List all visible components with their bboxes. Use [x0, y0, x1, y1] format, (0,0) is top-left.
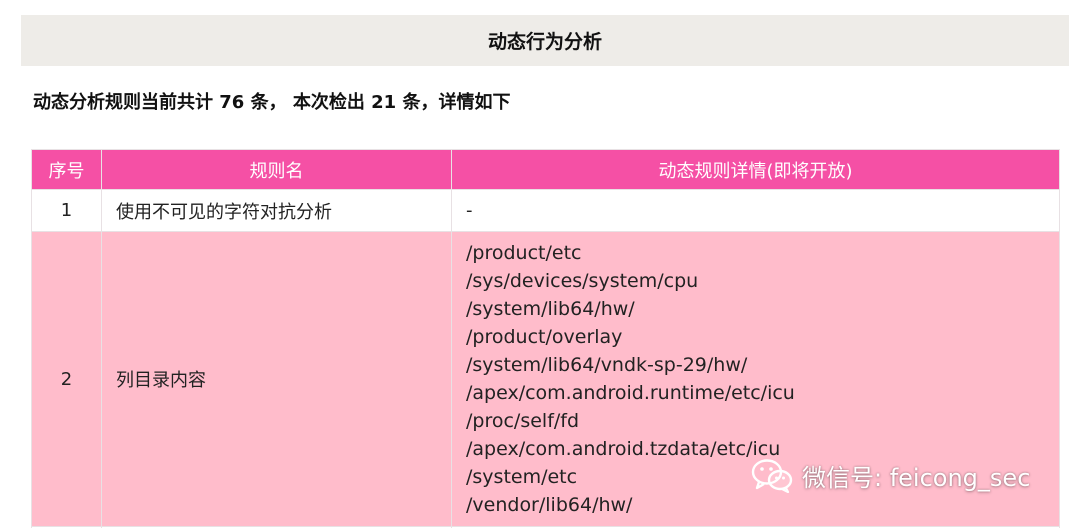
- path-item: /apex/com.android.runtime/etc/icu: [466, 382, 795, 404]
- section-title: 动态行为分析: [487, 31, 602, 53]
- watermark-text: 微信号: feicong_sec: [802, 463, 1031, 492]
- path-item: /system/lib64/hw/: [466, 298, 635, 320]
- page: 动态行为分析 动态分析规则当前共计 76 条， 本次检出 21 条，详情如下 序…: [0, 0, 1080, 528]
- summary-detected-count: 21: [371, 92, 397, 113]
- summary-total-count: 76: [219, 92, 245, 113]
- section-title-banner: 动态行为分析: [21, 15, 1069, 66]
- header-rule-name: 规则名: [101, 149, 452, 190]
- table-header-row: 序号 规则名 动态规则详情(即将开放): [31, 149, 1060, 190]
- summary-text-1: 动态分析规则当前共计: [33, 92, 220, 113]
- path-item: /vendor/lib64/hw/: [466, 494, 633, 516]
- summary-text-2: 条， 本次检出: [244, 92, 372, 113]
- summary-text-3: 条，详情如下: [396, 92, 511, 113]
- path-item: /product/overlay: [466, 326, 623, 348]
- row-rule-name: 使用不可见的字符对抗分析: [101, 189, 452, 232]
- path-item: /proc/self/fd: [466, 410, 580, 432]
- summary-line: 动态分析规则当前共计 76 条， 本次检出 21 条，详情如下: [33, 88, 510, 114]
- path-item: /system/lib64/vndk-sp-29/hw/: [466, 354, 748, 376]
- row-rule-detail: -: [451, 189, 1060, 232]
- wechat-icon: [750, 457, 794, 493]
- table-row: 1 使用不可见的字符对抗分析 -: [31, 189, 1060, 232]
- path-item: /product/etc: [466, 242, 582, 264]
- row-rule-name: 列目录内容: [101, 231, 452, 527]
- header-rule-detail: 动态规则详情(即将开放): [451, 149, 1060, 190]
- path-item: /sys/devices/system/cpu: [466, 270, 699, 292]
- header-index: 序号: [31, 149, 102, 190]
- row-index: 2: [31, 231, 102, 527]
- row-index: 1: [31, 189, 102, 232]
- watermark: 微信号: feicong_sec: [750, 457, 1030, 493]
